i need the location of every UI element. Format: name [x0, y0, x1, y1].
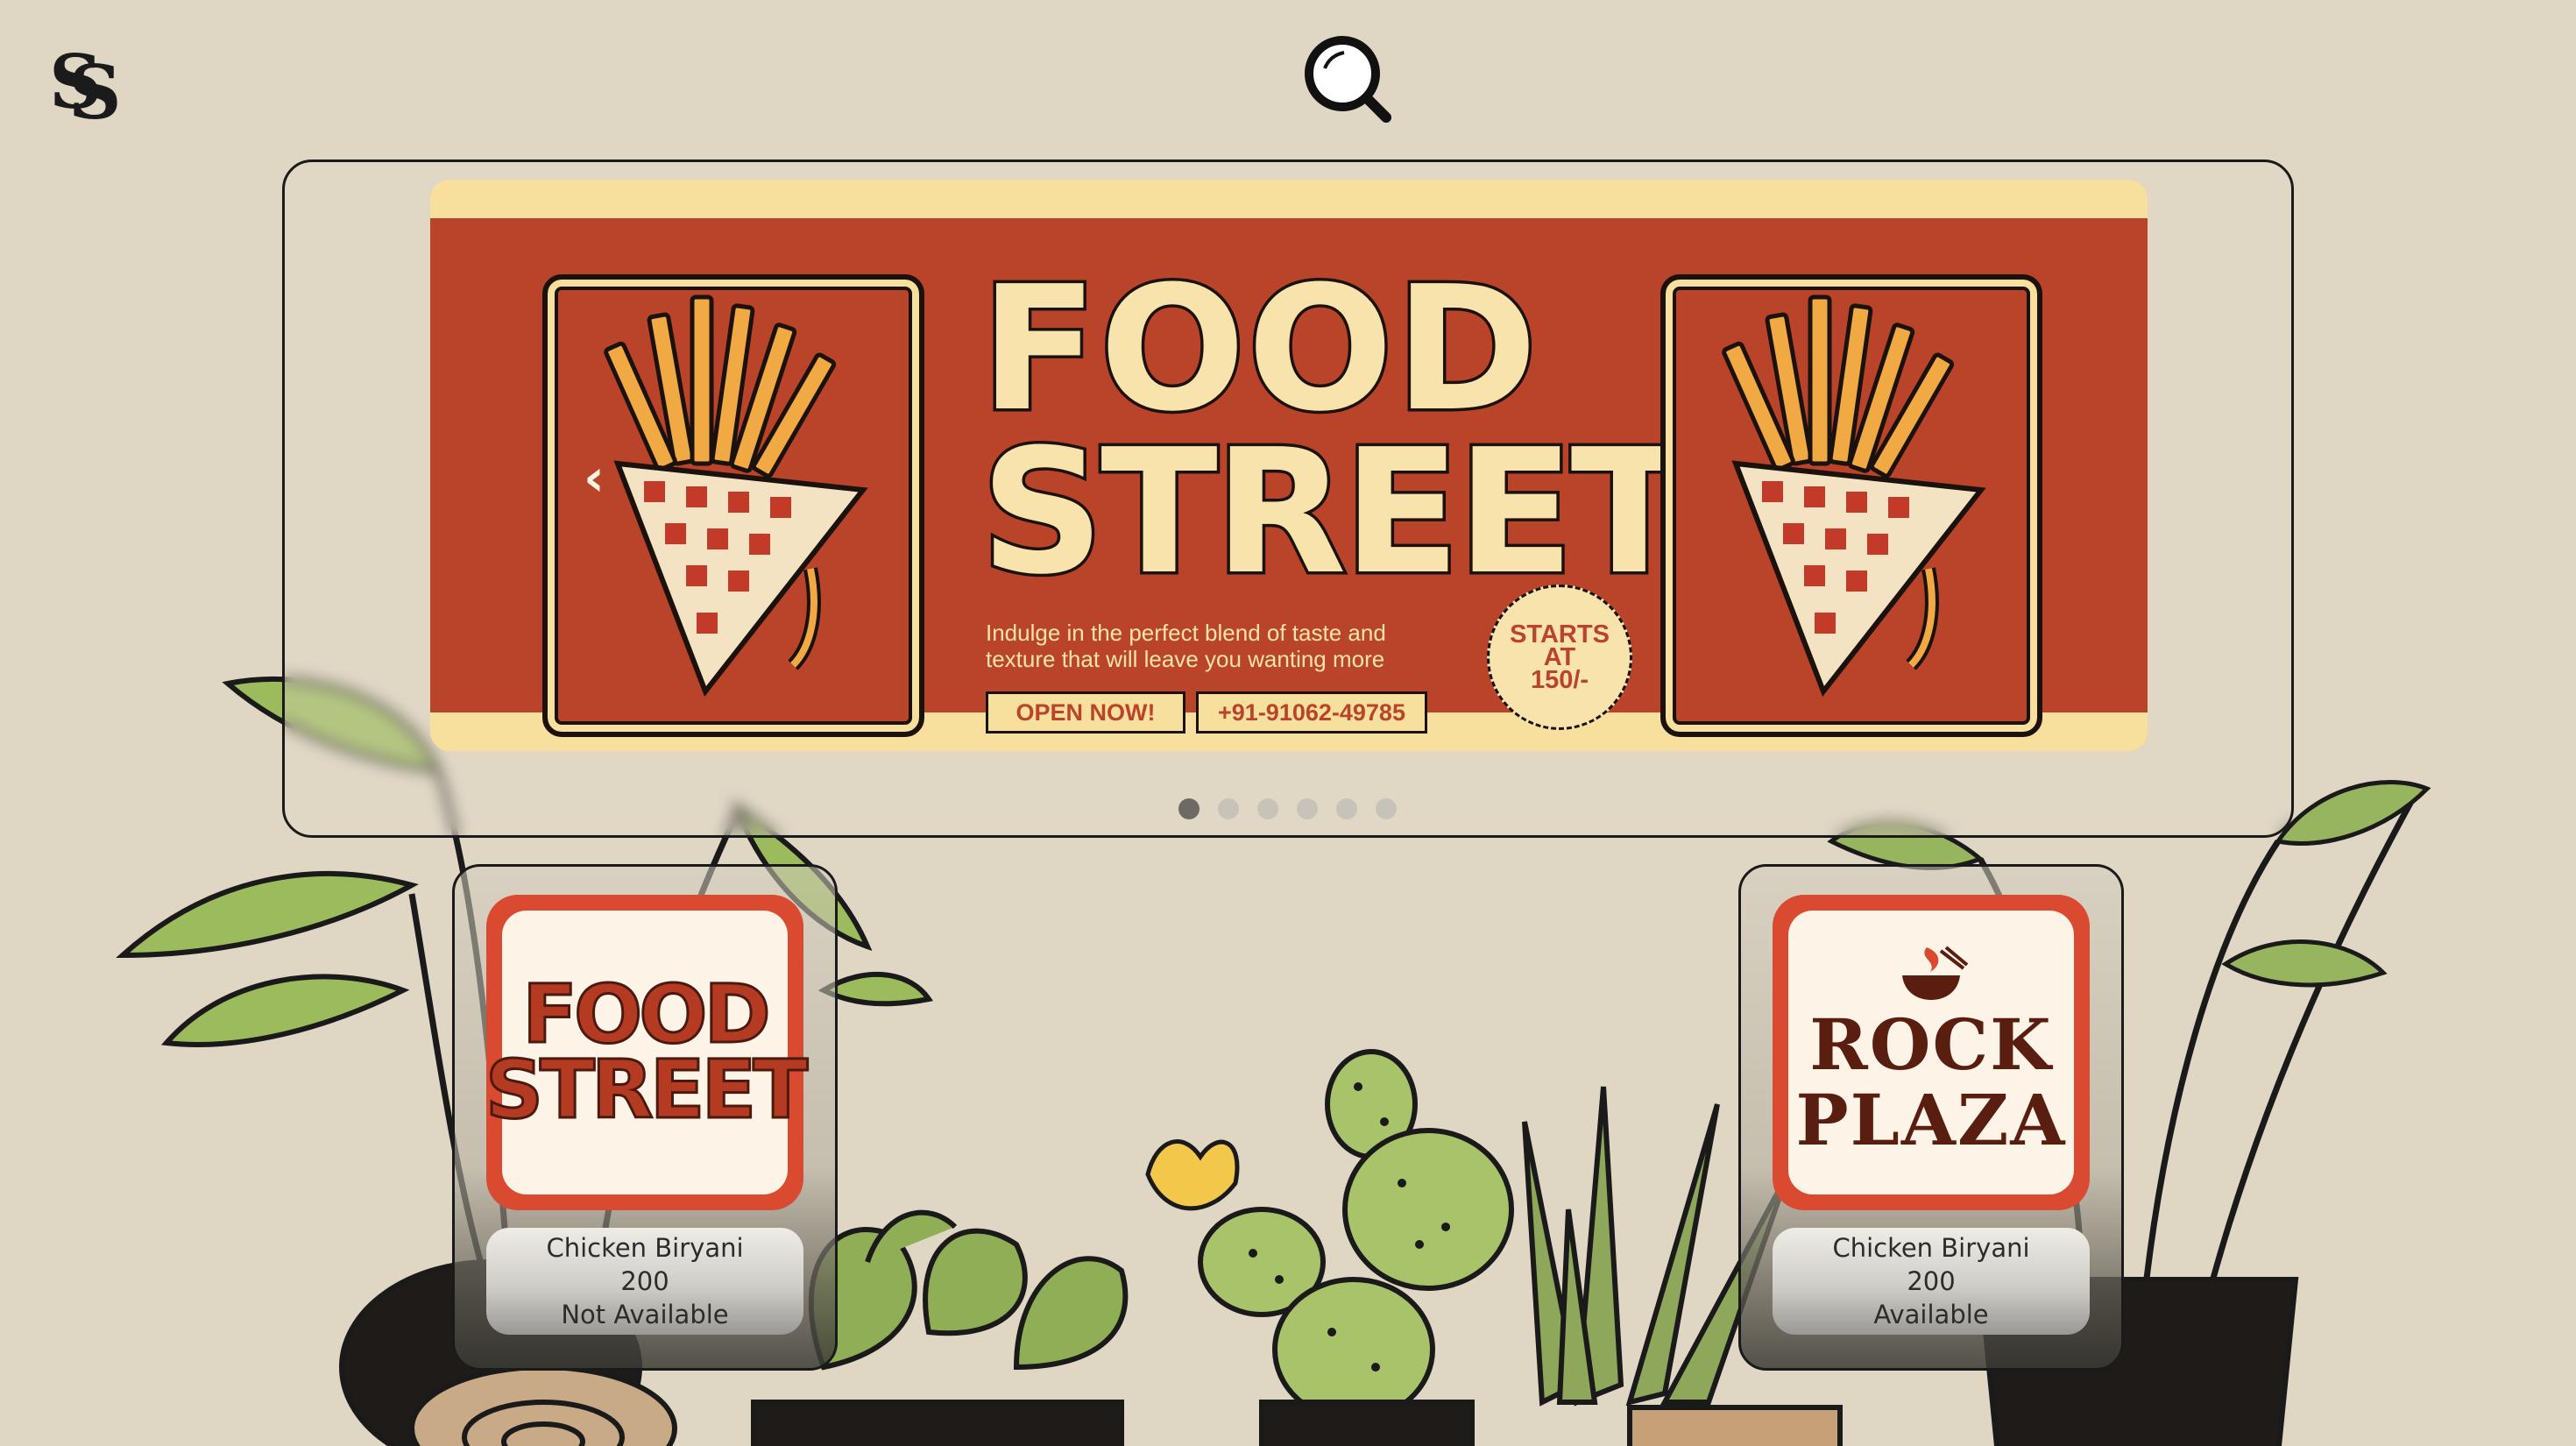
logo-line-1: ROCK: [1809, 1003, 2053, 1086]
banner-background: FOOD STREET Indulge in the perfect blend…: [430, 218, 2148, 737]
carousel-indicators: [1178, 798, 1397, 819]
rock-plaza-logo-text: ROCK PLAZA: [1796, 1007, 2067, 1158]
phone-number-button[interactable]: +91-91062-49785: [1196, 691, 1427, 734]
restaurant-logo: ROCK PLAZA: [1773, 895, 2090, 1210]
restaurant-logo: FOOD STREET: [484, 895, 810, 1210]
brand-logo-second-letter: S: [68, 49, 122, 136]
price-badge: STARTS AT 150/-: [1487, 585, 1632, 730]
promo-carousel: FOOD STREET Indulge in the perfect blend…: [282, 159, 2294, 838]
menu-item-name: Chicken Biryani: [546, 1233, 744, 1263]
carousel-dot-4[interactable]: [1297, 798, 1318, 819]
menu-item-price: 200: [1907, 1266, 1956, 1296]
headline-line-2: STREET: [978, 413, 1691, 613]
banner-tagline: Indulge in the perfect blend of taste an…: [986, 620, 1476, 672]
carousel-dot-2[interactable]: [1218, 798, 1239, 819]
tagline-line-2: texture that will leave you wanting more: [986, 646, 1385, 672]
restaurant-info: Chicken Biryani 200 Available: [1773, 1228, 2090, 1335]
restaurant-logo-inner: ROCK PLAZA: [1788, 911, 2074, 1194]
availability-status: Available: [1873, 1300, 1989, 1329]
menu-item-name: Chicken Biryani: [1832, 1233, 2030, 1263]
logo-line-2: PLAZA: [1795, 1079, 2067, 1161]
search-button[interactable]: [1300, 33, 1395, 128]
carousel-slide-food-street[interactable]: FOOD STREET Indulge in the perfect blend…: [430, 180, 2148, 751]
carousel-dot-1[interactable]: [1178, 798, 1200, 819]
logo-line-1: FOOD: [521, 968, 773, 1061]
tagline-line-1: Indulge in the perfect blend of taste an…: [986, 620, 1386, 646]
restaurant-info: Chicken Biryani 200 Not Available: [486, 1228, 803, 1335]
logo-line-2: STREET: [484, 1043, 809, 1137]
carousel-dot-6[interactable]: [1376, 798, 1397, 819]
restaurant-card-food-street[interactable]: FOOD STREET Chicken Biryani 200 Not Avai…: [452, 864, 838, 1371]
availability-status: Not Available: [561, 1300, 729, 1329]
fries-icon: [1722, 294, 1986, 698]
menu-item-price: 200: [620, 1266, 669, 1296]
carousel-prev-button[interactable]: ‹: [572, 451, 616, 504]
restaurant-logo-inner: FOOD STREET: [484, 911, 810, 1194]
search-icon: [1305, 36, 1391, 123]
fries-illustration-right: [1660, 274, 2042, 737]
open-now-button[interactable]: OPEN NOW!: [986, 691, 1185, 734]
carousel-dot-5[interactable]: [1336, 798, 1357, 819]
restaurant-card-rock-plaza[interactable]: ROCK PLAZA Chicken Biryani 200 Available: [1738, 864, 2124, 1371]
headline-line-1: FOOD: [978, 250, 1541, 450]
ramen-bowl-icon: [1902, 946, 1969, 1000]
carousel-dot-3[interactable]: [1257, 798, 1278, 819]
badge-line-3: 150/-: [1530, 666, 1589, 694]
brand-logo[interactable]: S S: [49, 46, 122, 130]
food-street-logo-text: FOOD STREET: [484, 968, 809, 1137]
page: S S FOOD STREET Indulge in the perfect b…: [0, 0, 2576, 1446]
banner-headline: FOOD STREET: [978, 250, 1691, 613]
